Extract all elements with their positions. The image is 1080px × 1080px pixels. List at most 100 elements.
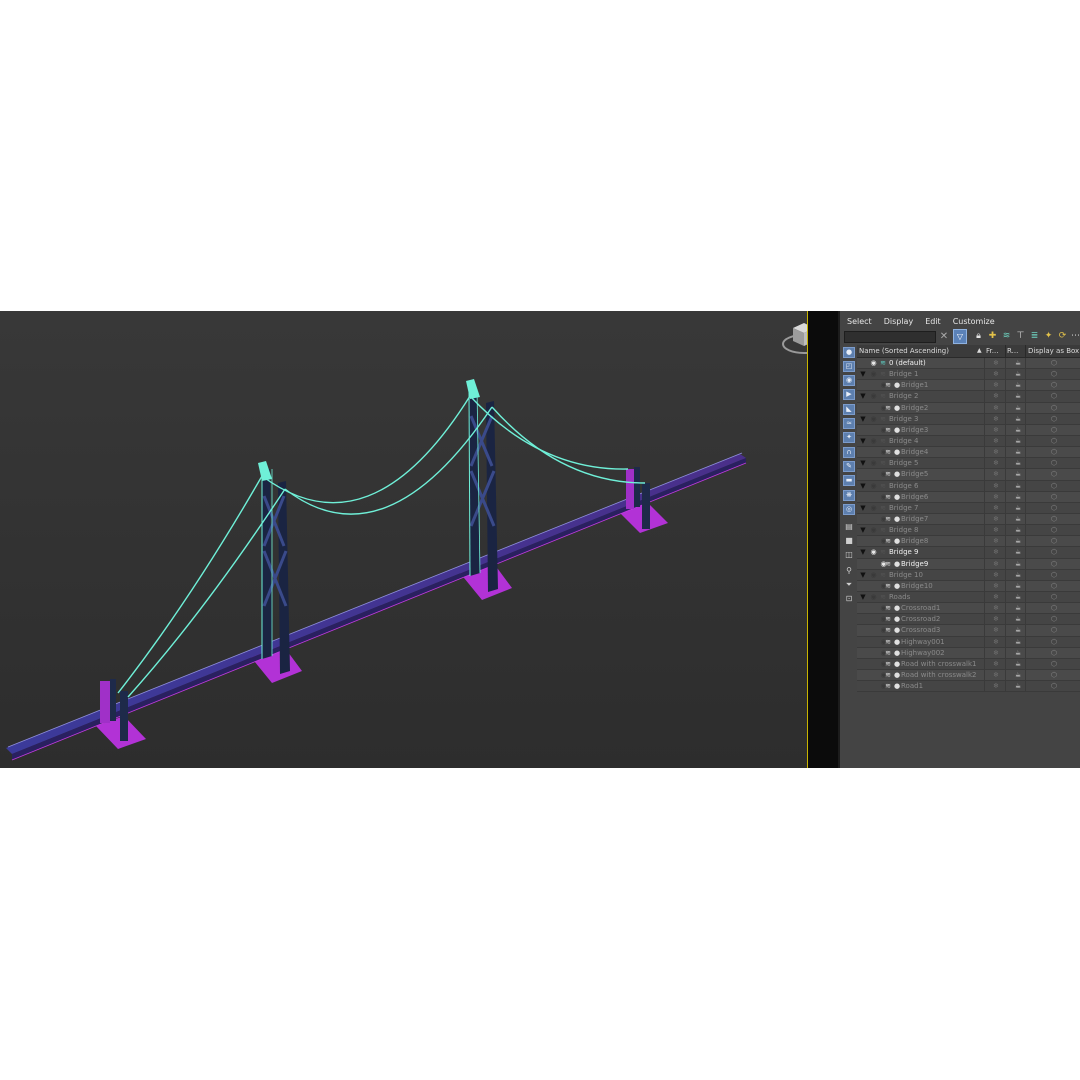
bookmark-icon[interactable]: ⊡ (843, 593, 855, 604)
container-filter-icon[interactable]: ▬ (843, 475, 855, 486)
spacewarp-filter-icon[interactable]: ≈ (843, 418, 855, 429)
column-divider[interactable] (1005, 345, 1006, 357)
teapot-icon[interactable]: ☕︎ (1011, 514, 1025, 525)
snowflake-icon[interactable]: ❄ (989, 681, 1003, 692)
object-row[interactable]: ◉ ≋ ● Bridge7 ❄ ☕︎ ⬡ (857, 513, 1080, 526)
eye-icon[interactable]: ◉ (869, 592, 878, 603)
box-icon[interactable]: ⬡ (1047, 559, 1061, 570)
expand-arrow-icon[interactable]: ▼ (859, 369, 867, 380)
light-filter-icon[interactable]: ◣ (843, 404, 855, 415)
teapot-icon[interactable]: ☕︎ (1011, 403, 1025, 414)
snowflake-icon[interactable]: ❄ (989, 659, 1003, 670)
box-icon[interactable]: ⬡ (1047, 369, 1061, 380)
select-none-icon[interactable]: ■ (843, 535, 855, 546)
bone-filter-icon[interactable]: ✎ (843, 461, 855, 472)
menu-edit[interactable]: Edit (920, 317, 946, 326)
snowflake-icon[interactable]: ❄ (989, 380, 1003, 391)
teapot-icon[interactable]: ☕︎ (1011, 425, 1025, 436)
object-row[interactable]: ◉ ≋ ● Highway001 ❄ ☕︎ ⬡ (857, 636, 1080, 648)
snowflake-icon[interactable]: ❄ (989, 581, 1003, 592)
box-icon[interactable]: ⬡ (1047, 637, 1061, 648)
box-icon[interactable]: ⬡ (1047, 503, 1061, 514)
select-all-icon[interactable]: ▤ (843, 521, 855, 532)
teapot-icon[interactable]: ☕︎ (1011, 503, 1025, 514)
teapot-icon[interactable]: ☕︎ (1011, 481, 1025, 492)
teapot-icon[interactable]: ☕︎ (1011, 570, 1025, 581)
layer-row[interactable]: ▼ ◉ ≋ Bridge 4 ❄ ☕︎ ⬡ (857, 435, 1080, 448)
expand-arrow-icon[interactable]: ▼ (859, 592, 867, 603)
teapot-icon[interactable]: ☕︎ (1011, 358, 1025, 369)
funnel-icon[interactable]: ⏷ (843, 579, 855, 590)
box-icon[interactable]: ⬡ (1047, 469, 1061, 480)
expand-arrow-icon[interactable]: ▼ (859, 547, 867, 558)
object-row[interactable]: ◉ ≋ ● Bridge1 ❄ ☕︎ ⬡ (857, 380, 1080, 392)
object-row[interactable]: ◉ ≋ ● Highway002 ❄ ☕︎ ⬡ (857, 647, 1080, 659)
layer-row[interactable]: ▼ ◉ ≋ Bridge 7 ❄ ☕︎ ⬡ (857, 502, 1080, 514)
snowflake-icon[interactable]: ❄ (989, 559, 1003, 570)
column-render-header[interactable]: R... (1007, 345, 1025, 357)
box-icon[interactable]: ⬡ (1047, 380, 1061, 391)
box-icon[interactable]: ⬡ (1047, 358, 1061, 369)
layer-stack-icon[interactable]: ≋ (1001, 330, 1012, 343)
snowflake-icon[interactable]: ❄ (989, 436, 1003, 447)
layer-row[interactable]: ▼ ◉ ≋ Bridge 8 ❄ ☕︎ ⬡ (857, 525, 1080, 537)
object-row[interactable]: ◉ ≋ ● Bridge8 ❄ ☕︎ ⬡ (857, 536, 1080, 548)
eye-icon[interactable]: ◉ (869, 391, 878, 402)
column-divider[interactable] (1025, 345, 1026, 357)
display-none-icon[interactable]: ● (843, 347, 855, 358)
snowflake-icon[interactable]: ❄ (989, 637, 1003, 648)
new-layer-icon[interactable]: ✚ (987, 330, 998, 343)
snowflake-icon[interactable]: ❄ (989, 481, 1003, 492)
snowflake-icon[interactable]: ❄ (989, 469, 1003, 480)
box-icon[interactable]: ⬡ (1047, 525, 1061, 536)
teapot-icon[interactable]: ☕︎ (1011, 391, 1025, 402)
object-row[interactable]: ◉ ≋ ● Bridge5 ❄ ☕︎ ⬡ (857, 469, 1080, 481)
column-frozen-header[interactable]: Fr... (986, 345, 1006, 357)
layers-icon[interactable]: ≣ (1029, 330, 1040, 343)
teapot-icon[interactable]: ☕︎ (1011, 469, 1025, 480)
teapot-icon[interactable]: ☕︎ (1011, 670, 1025, 681)
lock-icon[interactable]: 🔒︎ (973, 330, 984, 343)
object-row[interactable]: ◉ ≋ ● Bridge10 ❄ ☕︎ ⬡ (857, 580, 1080, 592)
box-icon[interactable]: ⬡ (1047, 436, 1061, 447)
snowflake-icon[interactable]: ❄ (989, 547, 1003, 558)
box-icon[interactable]: ⬡ (1047, 592, 1061, 603)
layer-row[interactable]: ◉ ≋ 0 (default) ❄ ☕︎ ⬡ (857, 358, 1080, 370)
snowflake-icon[interactable]: ❄ (989, 369, 1003, 380)
box-icon[interactable]: ⬡ (1047, 492, 1061, 503)
expand-arrow-icon[interactable]: ▼ (859, 391, 867, 402)
snowflake-icon[interactable]: ❄ (989, 414, 1003, 425)
perspective-viewport[interactable] (0, 311, 808, 768)
teapot-icon[interactable]: ☕︎ (1011, 592, 1025, 603)
eye-icon[interactable]: ◉ (869, 547, 878, 558)
teapot-icon[interactable]: ☕︎ (1011, 681, 1025, 692)
box-icon[interactable]: ⬡ (1047, 670, 1061, 681)
object-row[interactable]: ◉ ≋ ● Bridge6 ❄ ☕︎ ⬡ (857, 491, 1080, 503)
teapot-icon[interactable]: ☕︎ (1011, 447, 1025, 458)
box-icon[interactable]: ⬡ (1047, 614, 1061, 625)
object-row[interactable]: ◉ ≋ ● Bridge3 ❄ ☕︎ ⬡ (857, 424, 1080, 436)
snowflake-icon[interactable]: ❄ (989, 403, 1003, 414)
menu-display[interactable]: Display (879, 317, 919, 326)
object-row[interactable]: ◉ ≋ ● Crossroad3 ❄ ☕︎ ⬡ (857, 625, 1080, 637)
box-icon[interactable]: ⬡ (1047, 570, 1061, 581)
snowflake-icon[interactable]: ❄ (989, 503, 1003, 514)
teapot-icon[interactable]: ☕︎ (1011, 614, 1025, 625)
eye-icon[interactable]: ◉ (869, 481, 878, 492)
expand-arrow-icon[interactable]: ▼ (859, 503, 867, 514)
eye-icon[interactable]: ◉ (869, 358, 878, 369)
snowflake-icon[interactable]: ❄ (989, 648, 1003, 659)
box-icon[interactable]: ⬡ (1047, 536, 1061, 547)
shape-filter-icon[interactable]: ◉ (843, 375, 855, 386)
filter-options-icon[interactable]: ⚲ (843, 565, 855, 576)
box-icon[interactable]: ⬡ (1047, 648, 1061, 659)
snowflake-icon[interactable]: ❄ (989, 536, 1003, 547)
eye-icon[interactable]: ◉ (869, 436, 878, 447)
object-row[interactable]: ◉ ≋ ● Road with crosswalk2 ❄ ☕︎ ⬡ (857, 669, 1080, 682)
snowflake-icon[interactable]: ❄ (989, 525, 1003, 536)
snowflake-icon[interactable]: ❄ (989, 603, 1003, 614)
box-icon[interactable]: ⬡ (1047, 425, 1061, 436)
teapot-icon[interactable]: ☕︎ (1011, 603, 1025, 614)
invert-selection-icon[interactable]: ◫ (843, 549, 855, 560)
object-row[interactable]: ◉ ≋ ● Bridge2 ❄ ☕︎ ⬡ (857, 402, 1080, 414)
